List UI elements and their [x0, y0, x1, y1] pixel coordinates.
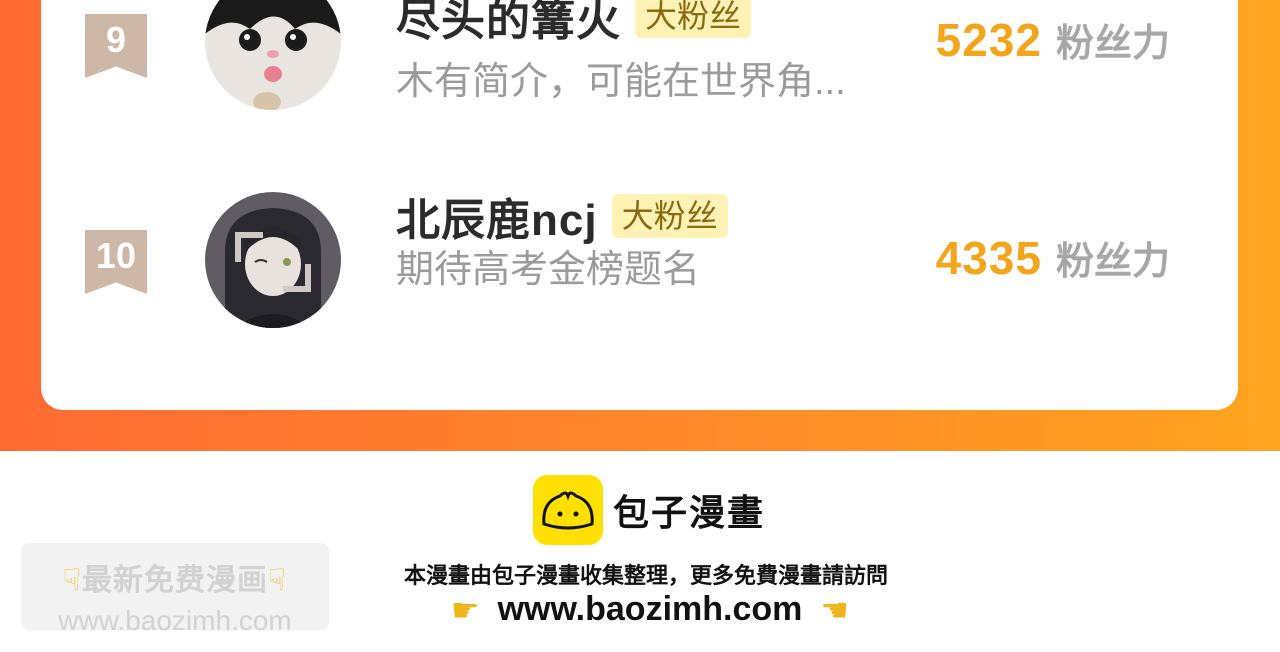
footer-url-line[interactable]: ☛ www.baozimh.com ☚: [0, 590, 1280, 629]
fan-level-badge: 大粉丝: [635, 0, 752, 38]
pointing-hand-icon: ☛: [450, 591, 480, 628]
leaderboard-row[interactable]: 9 尽头的篝火 大粉丝 木有简介，可能在世界角... 5232 粉丝力: [41, 0, 1238, 110]
cat-avatar-icon[interactable]: [205, 0, 341, 110]
brand-name: 包子漫畫: [613, 492, 766, 533]
pointing-hand-icon: ☚: [820, 591, 850, 628]
user-bio: 期待高考金榜题名: [396, 249, 701, 291]
fan-power-score: 4335 粉丝力: [936, 230, 1170, 285]
fan-power-score: 5232 粉丝力: [936, 12, 1170, 67]
score-unit: 粉丝力: [1055, 241, 1170, 283]
leaderboard-card: 9 尽头的篝火 大粉丝 木有简介，可能在世界角... 5232 粉丝力 10 北…: [41, 0, 1238, 410]
brand-logo[interactable]: 包子漫畫: [533, 475, 765, 545]
bun-logo-icon: [533, 475, 603, 545]
user-bio: 木有简介，可能在世界角...: [396, 61, 846, 103]
rank-badge: 9: [85, 14, 147, 78]
fan-level-badge: 大粉丝: [611, 194, 728, 238]
girl-avatar-icon[interactable]: [205, 192, 341, 328]
footer-note: 本漫畫由包子漫畫收集整理，更多免費漫畫請訪問: [403, 563, 888, 588]
rank-badge: 10: [85, 230, 147, 294]
score-value: 4335: [935, 232, 1042, 284]
leaderboard-background: 9 尽头的篝火 大粉丝 木有简介，可能在世界角... 5232 粉丝力 10 北…: [0, 0, 1280, 451]
leaderboard-row[interactable]: 10 北辰鹿ncj 大粉丝 期待高考金榜题名 4335 粉丝力: [41, 190, 1238, 330]
score-value: 5232: [935, 14, 1042, 66]
footer-url[interactable]: www.baozimh.com: [498, 590, 803, 629]
user-name[interactable]: 尽头的篝火: [396, 0, 621, 48]
score-unit: 粉丝力: [1055, 23, 1170, 65]
